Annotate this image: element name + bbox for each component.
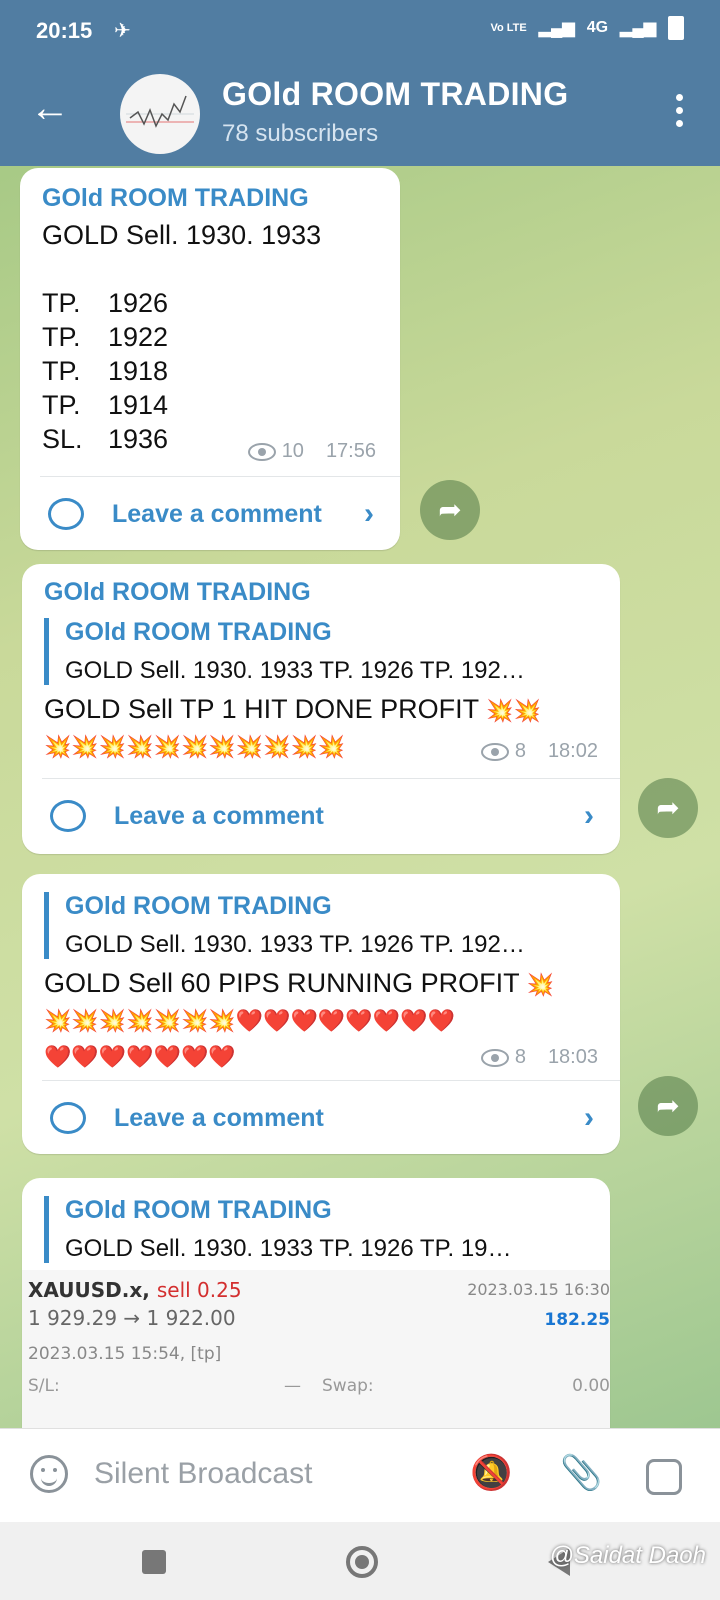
message-meta: 8 18:03 bbox=[480, 1046, 598, 1069]
status-bar: 20:15 ✈ Vo LTE ▂▄▆ 4G ▂▄▆ bbox=[0, 0, 720, 62]
comment-label: Leave a comment bbox=[114, 1103, 324, 1132]
telegram-icon: ✈ bbox=[114, 20, 131, 42]
sl-value: — bbox=[284, 1376, 301, 1396]
comment-icon bbox=[48, 498, 84, 530]
trade-profit: 182.25 bbox=[544, 1310, 610, 1330]
message-sender: GOld ROOM TRADING bbox=[42, 184, 309, 212]
leave-comment-button[interactable]: Leave a comment › bbox=[20, 478, 400, 550]
subscriber-count: 78 subscribers bbox=[222, 120, 379, 147]
message-list: GOld ROOM TRADING GOLD Sell. 1930. 1933 … bbox=[0, 166, 720, 1428]
trade-prices: 1 929.29 → 1 922.00 bbox=[28, 1306, 236, 1330]
reply-quote[interactable]: GOld ROOM TRADING GOLD Sell. 1930. 1933 … bbox=[44, 618, 620, 685]
comment-label: Leave a comment bbox=[112, 499, 322, 528]
reply-sender: GOld ROOM TRADING bbox=[65, 892, 332, 920]
divider bbox=[42, 1080, 620, 1081]
chevron-right-icon: › bbox=[584, 799, 594, 832]
divider bbox=[40, 476, 400, 477]
share-icon[interactable]: ➦ bbox=[638, 778, 698, 838]
channel-avatar[interactable] bbox=[120, 74, 200, 154]
home-button[interactable] bbox=[346, 1546, 378, 1578]
message-time: 17:56 bbox=[325, 440, 376, 462]
swap-value: 0.00 bbox=[572, 1376, 610, 1396]
comment-icon bbox=[50, 800, 86, 832]
message-input[interactable]: Silent Broadcast bbox=[94, 1457, 312, 1491]
message-line: GOLD Sell. 1930. 1933 bbox=[42, 220, 322, 250]
battery-icon bbox=[668, 16, 684, 40]
signal-icon: ▂▄▆ bbox=[538, 20, 575, 37]
share-icon[interactable]: ➦ bbox=[420, 480, 480, 540]
share-icon[interactable]: ➦ bbox=[638, 1076, 698, 1136]
channel-title[interactable]: GOld ROOM TRADING bbox=[222, 76, 568, 113]
message-sender: GOld ROOM TRADING bbox=[44, 578, 311, 606]
camera-icon[interactable] bbox=[646, 1459, 682, 1495]
status-icons: Vo LTE ▂▄▆ 4G ▂▄▆ bbox=[490, 16, 684, 40]
message-meta: 8 18:02 bbox=[480, 740, 598, 763]
back-arrow-icon[interactable]: ← bbox=[30, 88, 70, 128]
views-count: 8 bbox=[514, 1046, 526, 1068]
views-count: 8 bbox=[514, 740, 526, 762]
message-bubble[interactable]: GOld ROOM TRADING GOld ROOM TRADING GOLD… bbox=[22, 564, 620, 854]
reply-text: GOLD Sell. 1930. 1933 TP. 1926 TP. 19… bbox=[65, 1235, 512, 1262]
input-bar: Silent Broadcast 🔕 📎 bbox=[0, 1428, 720, 1523]
signal-icon-2: ▂▄▆ bbox=[620, 20, 656, 37]
reply-sender: GOld ROOM TRADING bbox=[65, 618, 332, 646]
message-bubble[interactable]: GOld ROOM TRADING GOLD Sell. 1930. 1933 … bbox=[20, 168, 400, 550]
recents-button[interactable] bbox=[142, 1550, 166, 1574]
comment-icon bbox=[50, 1102, 86, 1134]
watermark: @Saidat Daoh bbox=[549, 1542, 706, 1569]
message-bubble[interactable]: GOld ROOM TRADING GOLD Sell. 1930. 1933 … bbox=[22, 874, 620, 1154]
chevron-right-icon: › bbox=[584, 1101, 594, 1134]
tp-row: TP. 1914 bbox=[42, 390, 169, 420]
message-meta: 10 17:56 bbox=[247, 440, 376, 463]
system-nav-bar: @Saidat Daoh bbox=[0, 1522, 720, 1600]
chat-header: ← GOld ROOM TRADING 78 subscribers bbox=[0, 62, 720, 166]
divider bbox=[42, 778, 620, 779]
trade-close-time: 2023.03.15 16:30 bbox=[467, 1280, 610, 1299]
more-options-icon[interactable] bbox=[676, 94, 684, 133]
chart-avatar-icon bbox=[126, 95, 194, 128]
reply-text: GOLD Sell. 1930. 1933 TP. 1926 TP. 192… bbox=[65, 657, 525, 684]
message-text: GOLD Sell. 1930. 1933 TP. 1926 TP. 1922 TP… bbox=[42, 218, 321, 456]
swap-label: Swap: bbox=[322, 1376, 374, 1396]
trade-side: sell 0.25 bbox=[156, 1278, 242, 1302]
views-icon bbox=[247, 442, 276, 461]
chevron-right-icon: › bbox=[364, 497, 374, 530]
bell-off-icon[interactable]: 🔕 bbox=[470, 1453, 512, 1493]
tp-row: TP. 1922 bbox=[42, 322, 169, 352]
comment-label: Leave a comment bbox=[114, 801, 324, 830]
trade-symbol: XAUUSD.x, bbox=[28, 1278, 150, 1302]
views-icon bbox=[480, 742, 509, 761]
message-bubble[interactable]: GOld ROOM TRADING GOLD Sell. 1930. 1933 … bbox=[22, 1178, 610, 1428]
trade-open-time: 2023.03.15 15:54, [tp] bbox=[28, 1344, 222, 1364]
network-label: 4G bbox=[586, 19, 609, 36]
tp-row: TP. 1918 bbox=[42, 356, 169, 386]
reply-text: GOLD Sell. 1930. 1933 TP. 1926 TP. 192… bbox=[65, 931, 525, 958]
status-time: 20:15 bbox=[36, 18, 93, 43]
message-time: 18:03 bbox=[547, 1046, 598, 1068]
reply-sender: GOld ROOM TRADING bbox=[65, 1196, 332, 1224]
leave-comment-button[interactable]: Leave a comment › bbox=[22, 780, 620, 852]
tp-row: TP. 1926 bbox=[42, 288, 169, 318]
views-icon bbox=[480, 1048, 509, 1067]
trade-screenshot[interactable]: XAUUSD.x, sell 0.25 2023.03.15 16:30 1 9… bbox=[22, 1270, 610, 1428]
reply-quote[interactable]: GOld ROOM TRADING GOLD Sell. 1930. 1933 … bbox=[44, 892, 620, 959]
lte-label: Vo LTE bbox=[490, 22, 527, 34]
sl-label: S/L: bbox=[28, 1376, 60, 1396]
emoji-icon[interactable] bbox=[30, 1455, 68, 1493]
attach-icon[interactable]: 📎 bbox=[560, 1453, 602, 1493]
views-count: 10 bbox=[281, 440, 304, 462]
leave-comment-button[interactable]: Leave a comment › bbox=[22, 1082, 620, 1154]
message-time: 18:02 bbox=[547, 740, 598, 762]
reply-quote[interactable]: GOld ROOM TRADING GOLD Sell. 1930. 1933 … bbox=[44, 1196, 610, 1263]
